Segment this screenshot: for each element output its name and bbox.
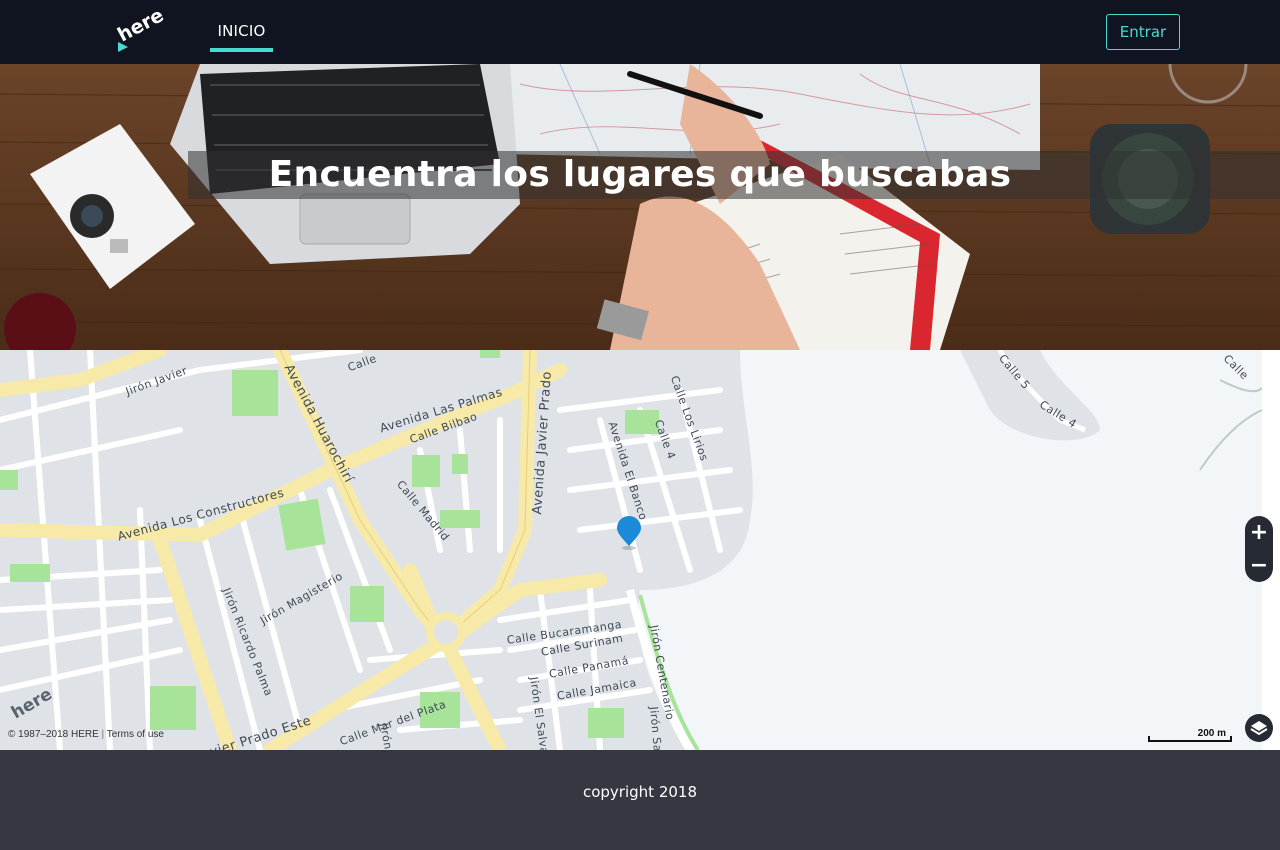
top-navbar: here INICIO Entrar [0,0,1280,64]
nav-link-inicio[interactable]: INICIO [210,0,273,64]
map-container[interactable]: Jirón Javier Calle Avenida Huarochirí Av… [0,350,1280,750]
nav-link-label: INICIO [217,22,266,40]
page-footer: copyright 2018 [0,750,1280,850]
layers-icon [1250,721,1268,736]
map-copyright: © 1987–2018 HERE [8,729,99,740]
map-canvas[interactable] [0,350,1280,750]
svg-text:here: here [114,12,164,46]
map-layers-button[interactable] [1245,714,1273,742]
zoom-in-button[interactable]: + [1245,516,1273,549]
zoom-control: + − [1245,516,1273,582]
zoom-out-button[interactable]: − [1245,549,1273,582]
map-scale: 200 m [1148,728,1232,742]
map-attribution: © 1987–2018 HERE | Terms of use [8,729,164,740]
active-tab-indicator [210,48,273,52]
hero-title: Encuentra los lugares que buscabas [268,154,1012,195]
terms-of-use-link[interactable]: Terms of use [107,729,164,740]
hero-banner: Encuentra los lugares que buscabas [0,64,1280,350]
login-button[interactable]: Entrar [1106,14,1180,50]
scale-bar [1148,736,1232,742]
hero-background-image [0,64,1280,350]
footer-copyright: copyright 2018 [582,783,697,801]
here-logo[interactable]: here [114,4,167,54]
here-logo-icon: here [114,4,167,52]
